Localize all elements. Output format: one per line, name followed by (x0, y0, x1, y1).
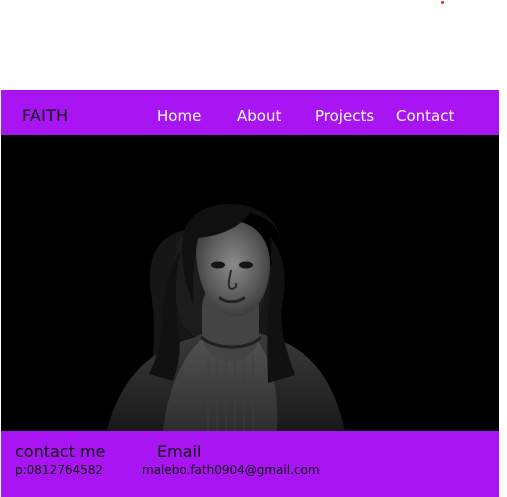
site-brand[interactable]: FAITH (22, 107, 68, 125)
contact-heading: contact me (15, 442, 106, 461)
cursor-marker-dot (441, 1, 444, 4)
email-address[interactable]: malebo.fath0904@gmail.com (142, 463, 320, 477)
nav-home-link[interactable]: Home (157, 107, 201, 125)
hero-image-section (1, 135, 499, 431)
nav-contact-link[interactable]: Contact (396, 107, 454, 125)
top-navigation: FAITH Home About Projects Contact (1, 90, 499, 135)
page-canvas: FAITH Home About Projects Contact contac… (0, 0, 507, 497)
contact-footer: contact me Email p:0812764582 malebo.fat… (1, 431, 499, 497)
phone-number[interactable]: p:0812764582 (15, 463, 103, 477)
nav-projects-link[interactable]: Projects (315, 107, 374, 125)
portrait-photo (1, 135, 499, 431)
nav-about-link[interactable]: About (237, 107, 281, 125)
email-heading: Email (157, 442, 202, 461)
website-frame: FAITH Home About Projects Contact contac… (1, 90, 499, 497)
